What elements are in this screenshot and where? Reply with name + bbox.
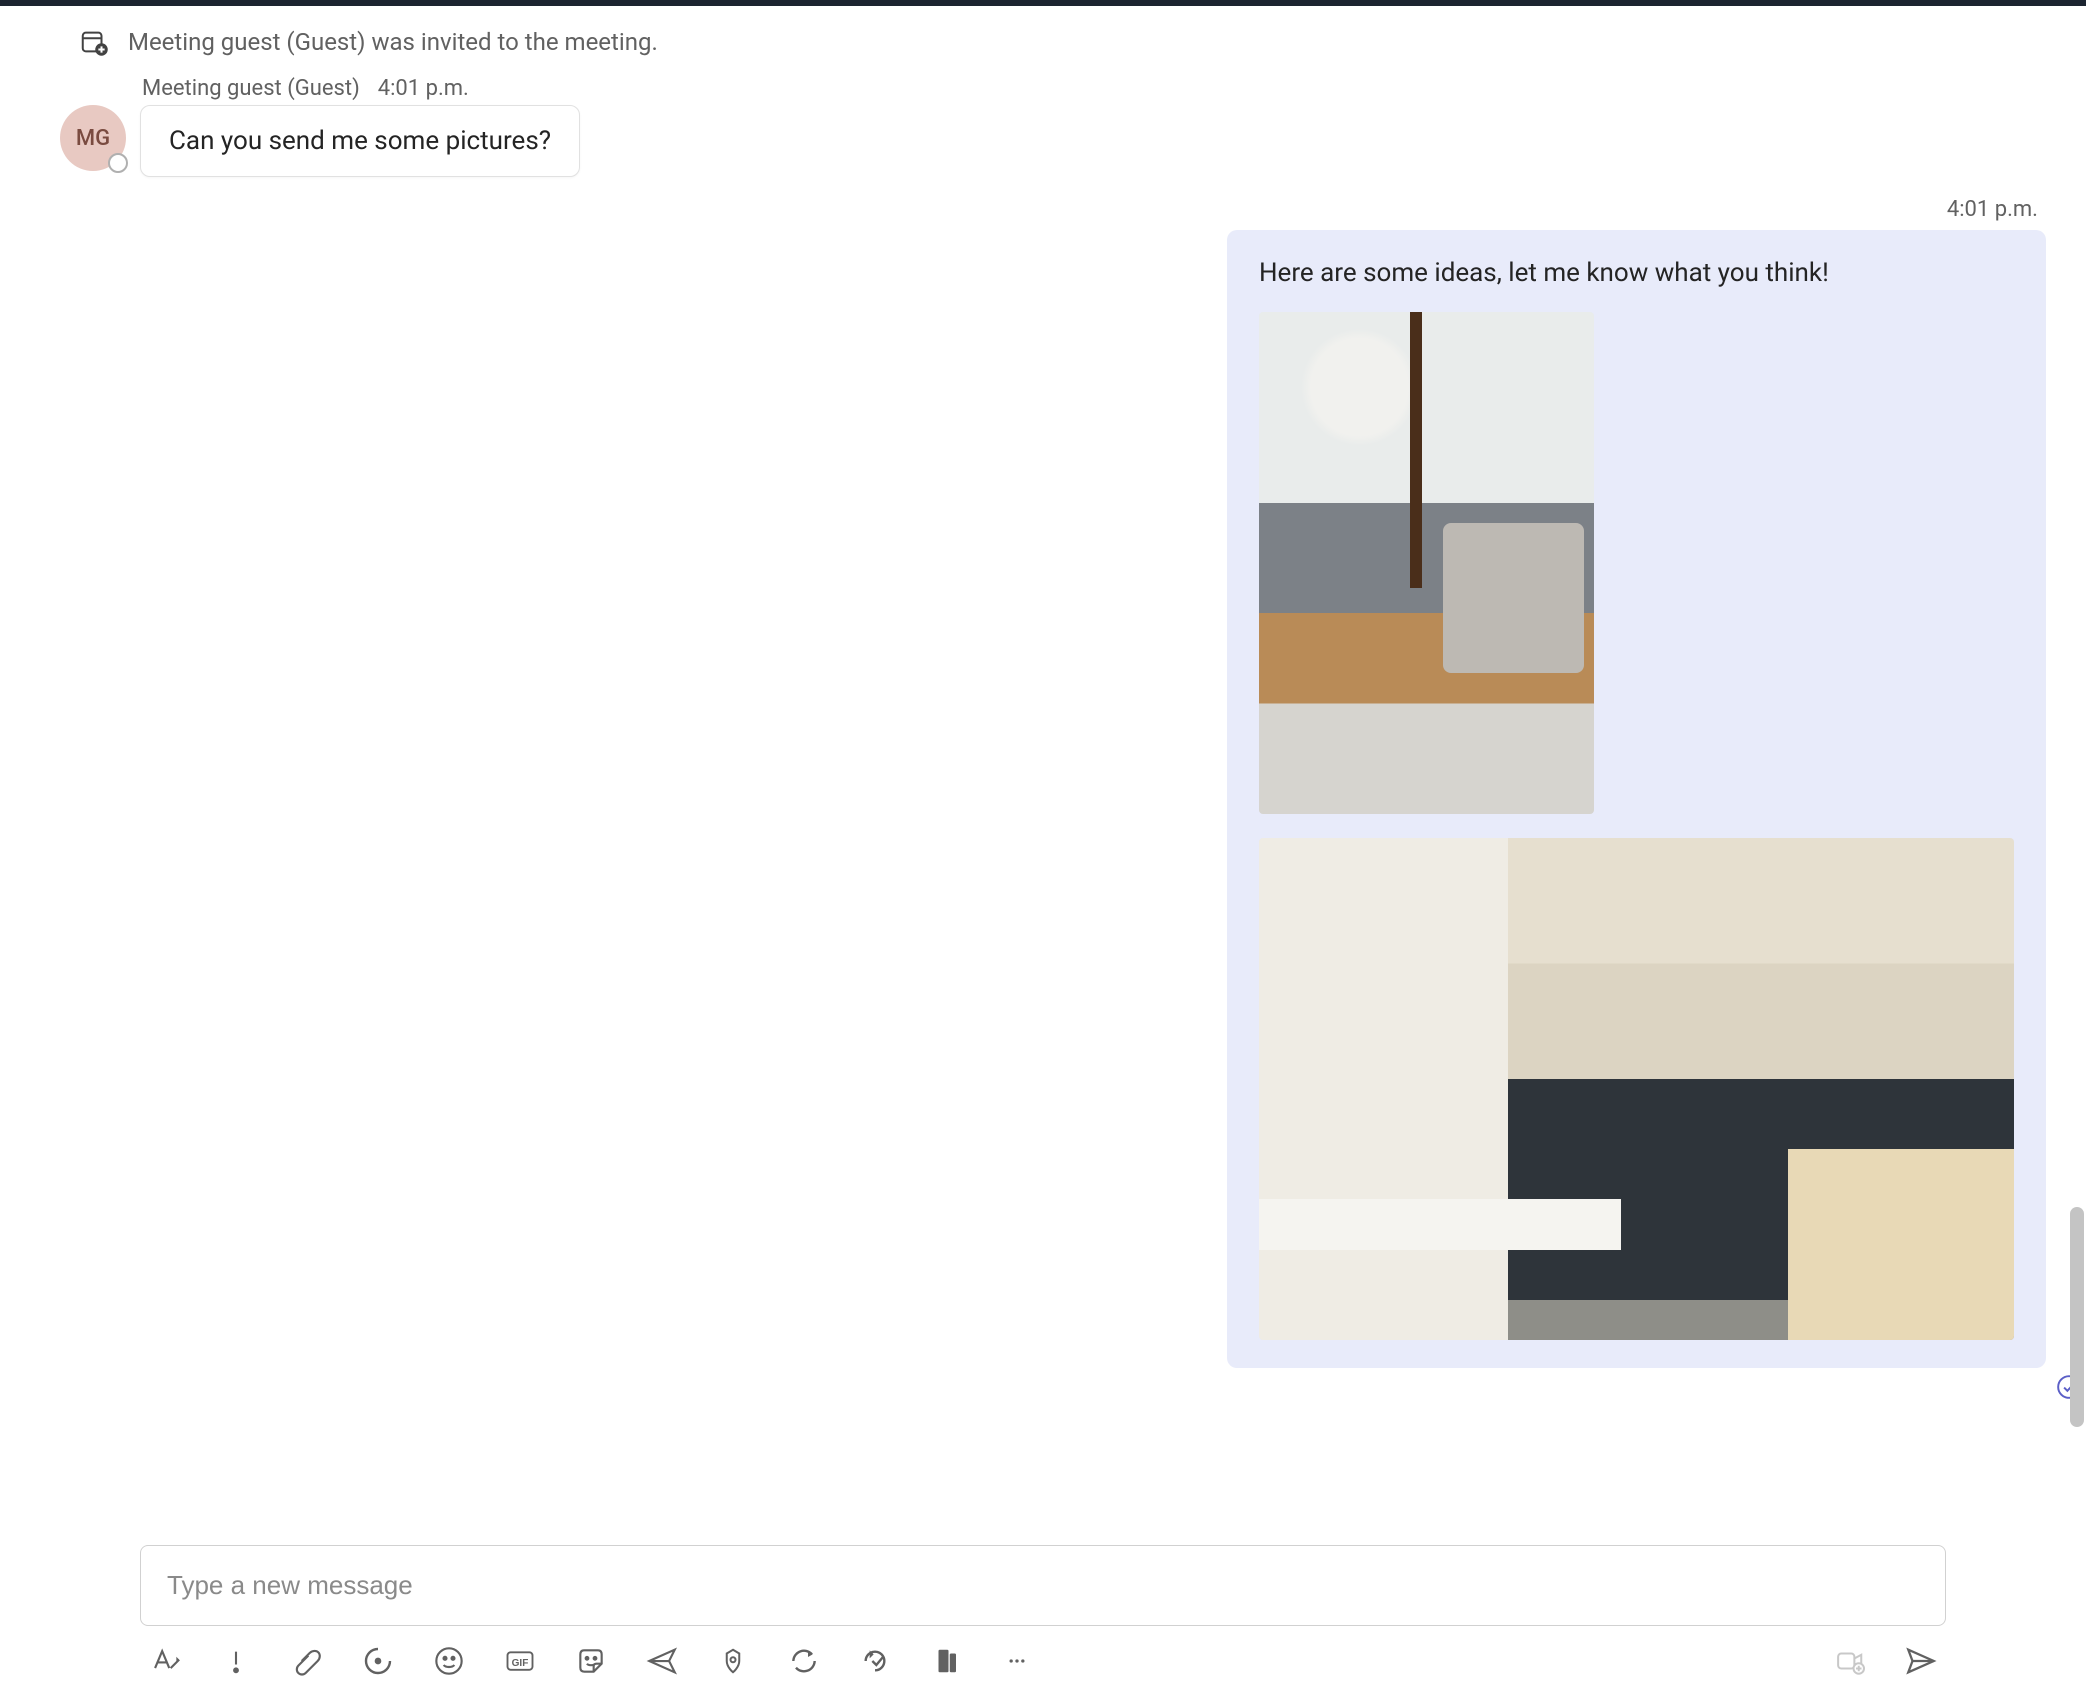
priority-icon[interactable]	[219, 1644, 253, 1678]
received-message-text: Can you send me some pictures?	[169, 126, 551, 156]
sticker-icon[interactable]	[574, 1644, 608, 1678]
sent-message-block: 4:01 p.m. Here are some ideas, let me kn…	[60, 197, 2046, 1406]
chat-message-list: Meeting guest (Guest) was invited to the…	[0, 6, 2086, 1545]
sent-message-bubble[interactable]: Here are some ideas, let me know what yo…	[1227, 230, 2046, 1368]
loop-icon[interactable]	[361, 1644, 395, 1678]
received-message-row: MG Can you send me some pictures?	[60, 105, 2046, 177]
system-event-row: Meeting guest (Guest) was invited to the…	[78, 26, 2046, 58]
attached-image-kitchen[interactable]	[1259, 838, 2014, 1340]
compose-area: GIF	[0, 1545, 2086, 1700]
approvals-icon[interactable]	[716, 1644, 750, 1678]
scrollbar-thumb[interactable]	[2070, 1207, 2084, 1427]
calendar-add-icon	[78, 26, 110, 58]
updates-icon[interactable]	[787, 1644, 821, 1678]
video-clip-icon[interactable]	[1833, 1644, 1867, 1678]
avatar[interactable]: MG	[60, 105, 126, 171]
avatar-initials: MG	[76, 126, 110, 151]
received-message-header: Meeting guest (Guest) 4:01 p.m.	[142, 76, 2046, 101]
system-event-text: Meeting guest (Guest) was invited to the…	[128, 28, 658, 56]
attached-image-living-room[interactable]	[1259, 312, 1594, 814]
received-time: 4:01 p.m.	[378, 76, 469, 101]
gif-icon[interactable]: GIF	[503, 1644, 537, 1678]
emoji-icon[interactable]	[432, 1644, 466, 1678]
received-message-bubble[interactable]: Can you send me some pictures?	[140, 105, 580, 177]
sent-message-text: Here are some ideas, let me know what yo…	[1259, 258, 2014, 288]
format-icon[interactable]	[148, 1644, 182, 1678]
viva-icon[interactable]	[858, 1644, 892, 1678]
attach-icon[interactable]	[290, 1644, 324, 1678]
svg-text:GIF: GIF	[512, 1658, 529, 1669]
more-icon[interactable]	[1000, 1644, 1034, 1678]
share-plane-icon[interactable]	[645, 1644, 679, 1678]
presence-unknown-icon	[108, 153, 128, 173]
compose-toolbar: GIF	[140, 1644, 1946, 1678]
actions-icon[interactable]	[929, 1644, 963, 1678]
sender-name: Meeting guest (Guest)	[142, 76, 360, 101]
sent-time: 4:01 p.m.	[1947, 197, 2038, 222]
send-icon[interactable]	[1904, 1644, 1938, 1678]
message-input[interactable]	[140, 1545, 1946, 1626]
